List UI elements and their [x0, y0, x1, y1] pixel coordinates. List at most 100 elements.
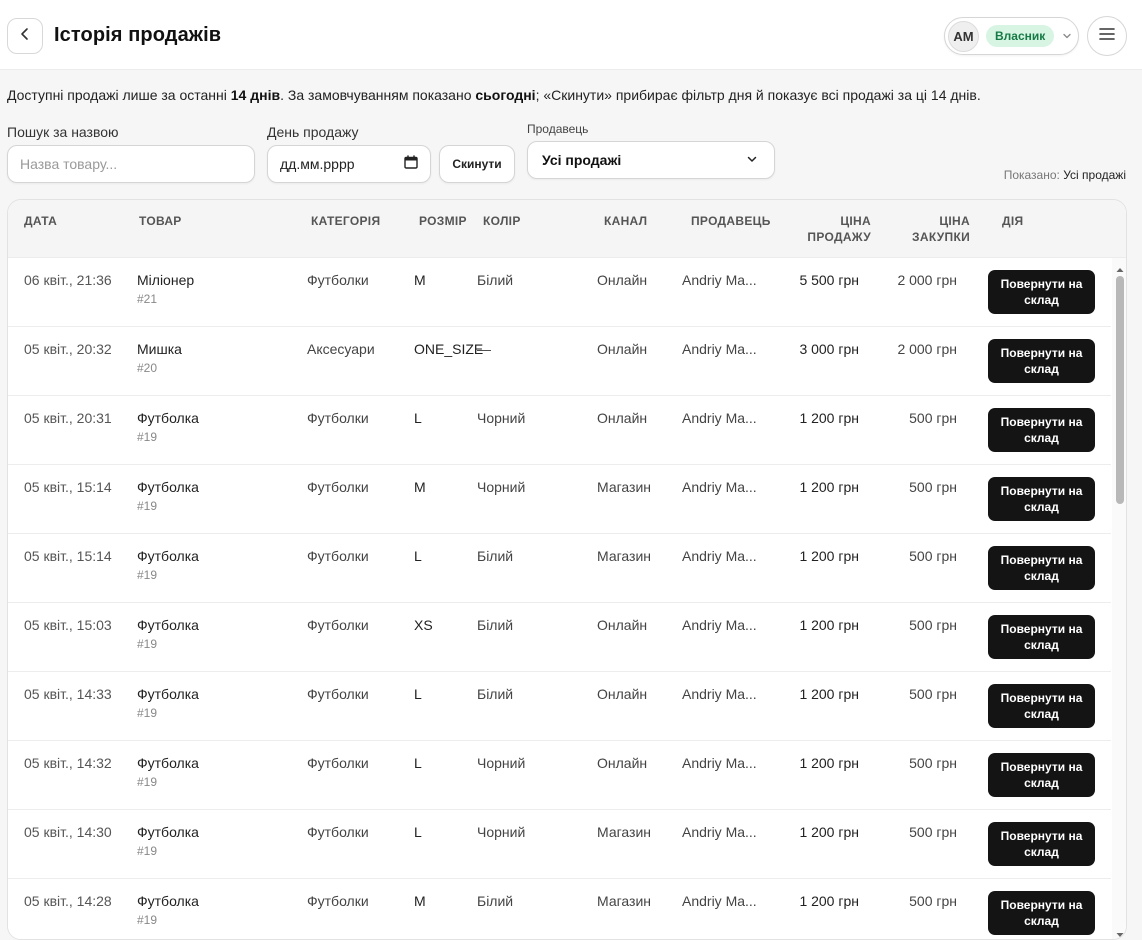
cell-size: XS	[414, 617, 433, 633]
return-to-stock-label: Повернути на склад	[1001, 621, 1083, 653]
cell-purchase-price: 500 грн	[909, 824, 957, 840]
table-scrollbar[interactable]	[1112, 258, 1126, 939]
scroll-up-arrow-icon[interactable]	[1115, 262, 1125, 272]
table-row: 05 квіт., 14:33 Футболка #19 Футболки L Білий…	[8, 672, 1111, 741]
table-row: 05 квіт., 15:14 Футболка #19 Футболки M Чорни…	[8, 465, 1111, 534]
return-to-stock-button[interactable]: Повернути на склад	[988, 270, 1095, 314]
cell-channel: Магазин	[597, 479, 652, 495]
cell-color: Білий	[477, 686, 514, 702]
cell-color: Чорний	[477, 824, 526, 840]
cell-channel: Онлайн	[597, 272, 648, 288]
cell-seller: Andriy Ma...	[682, 341, 757, 357]
cell-color: —	[477, 341, 491, 357]
scroll-down-arrow-icon[interactable]	[1115, 927, 1125, 937]
table-row: 05 квіт., 15:03 Футболка #19 Футболки XS Біли…	[8, 603, 1111, 672]
cell-product-name: Футболка	[137, 893, 199, 909]
table-body: 06 квіт., 21:36 Міліонер #21 Футболки M Білий…	[8, 258, 1111, 939]
table-row: 05 квіт., 20:32 Мишка #20 Аксесуари ONE_SIZE…	[8, 327, 1111, 396]
return-label-line2: склад	[1024, 638, 1059, 652]
cell-product-id: #19	[137, 913, 158, 927]
return-label-line1: Повернути на	[1000, 415, 1083, 429]
col-sale-price-line1: ЦІНА	[840, 214, 871, 228]
table-row: 05 квіт., 14:30 Футболка #19 Футболки L Чорни…	[8, 810, 1111, 879]
cell-channel: Онлайн	[597, 410, 648, 426]
cell-color: Чорний	[477, 755, 526, 771]
cell-purchase-price: 500 грн	[909, 686, 957, 702]
top-header: Історія продажів AM Власник	[0, 0, 1142, 70]
cell-date: 05 квіт., 14:30	[24, 824, 112, 840]
cell-date: 05 квіт., 14:32	[24, 755, 112, 771]
scrollbar-thumb[interactable]	[1116, 276, 1124, 504]
cell-channel: Онлайн	[597, 341, 648, 357]
return-label-line2: склад	[1024, 500, 1059, 514]
role-badge: Власник	[986, 25, 1055, 47]
cell-purchase-price: 500 грн	[909, 755, 957, 771]
cell-date: 05 квіт., 14:28	[24, 893, 112, 909]
seller-select[interactable]: Усі продажі	[527, 141, 775, 179]
cell-category: Футболки	[307, 548, 369, 564]
return-to-stock-button[interactable]: Повернути на склад	[988, 891, 1095, 935]
retention-info-text: Доступні продажі лише за останні 14 днів…	[7, 87, 981, 103]
cell-product-name: Футболка	[137, 755, 199, 771]
col-category: КАТЕГОРІЯ	[311, 214, 381, 228]
return-label-line2: склад	[1024, 707, 1059, 721]
cell-sale-price: 1 200 грн	[799, 755, 859, 771]
col-action: ДІЯ	[1002, 214, 1024, 228]
return-to-stock-button[interactable]: Повернути на склад	[988, 753, 1095, 797]
col-color: КОЛІР	[483, 214, 521, 228]
cell-color: Білий	[477, 893, 514, 909]
cell-product-id: #20	[137, 361, 158, 375]
user-menu-chip[interactable]: AM Власник	[944, 17, 1079, 55]
return-to-stock-label: Повернути на склад	[1001, 690, 1083, 722]
cell-date: 05 квіт., 15:14	[24, 548, 112, 564]
col-sale-price: ЦІНА ПРОДАЖУ	[788, 213, 871, 245]
cell-product-id: #19	[137, 775, 158, 789]
cell-size: L	[414, 410, 422, 426]
cell-size: L	[414, 548, 422, 564]
cell-size: M	[414, 893, 426, 909]
info-text-part: . За замовчуванням показано	[280, 87, 476, 103]
col-product: ТОВАР	[139, 214, 182, 228]
table-row: 06 квіт., 21:36 Міліонер #21 Футболки M Білий…	[8, 258, 1111, 327]
cell-seller: Andriy Ma...	[682, 410, 757, 426]
return-to-stock-button[interactable]: Повернути на склад	[988, 546, 1095, 590]
cell-sale-price: 1 200 грн	[799, 410, 859, 426]
return-to-stock-label: Повернути на склад	[1001, 483, 1083, 515]
return-label-line1: Повернути на	[1000, 553, 1083, 567]
return-to-stock-label: Повернути на склад	[1001, 897, 1083, 929]
cell-size: L	[414, 686, 422, 702]
cell-channel: Онлайн	[597, 686, 648, 702]
return-to-stock-button[interactable]: Повернути на склад	[988, 477, 1095, 521]
sale-date-input[interactable]: дд.мм.рррр	[267, 145, 431, 183]
shown-filter-indicator: Показано: Усі продажі	[1004, 168, 1126, 182]
cell-category: Футболки	[307, 617, 369, 633]
calendar-icon[interactable]	[404, 154, 418, 174]
cell-channel: Магазин	[597, 893, 652, 909]
return-label-line2: склад	[1024, 776, 1059, 790]
cell-size: L	[414, 824, 422, 840]
table-row: 05 квіт., 14:28 Футболка #19 Футболки M Білий…	[8, 879, 1111, 939]
search-input[interactable]	[7, 145, 255, 183]
cell-product-name: Футболка	[137, 686, 199, 702]
avatar: AM	[948, 20, 979, 52]
table-row: 05 квіт., 15:14 Футболка #19 Футболки L Білий…	[8, 534, 1111, 603]
reset-filter-button[interactable]: Скинути	[439, 145, 515, 183]
cell-purchase-price: 500 грн	[909, 410, 957, 426]
return-to-stock-button[interactable]: Повернути на склад	[988, 684, 1095, 728]
cell-sale-price: 1 200 грн	[799, 824, 859, 840]
cell-product-name: Футболка	[137, 479, 199, 495]
info-text-part: Доступні продажі лише за останні	[7, 87, 231, 103]
main-menu-button[interactable]	[1087, 16, 1127, 56]
cell-product-id: #19	[137, 706, 158, 720]
return-to-stock-button[interactable]: Повернути на склад	[988, 615, 1095, 659]
return-to-stock-button[interactable]: Повернути на склад	[988, 339, 1095, 383]
return-to-stock-button[interactable]: Повернути на склад	[988, 822, 1095, 866]
back-button[interactable]	[7, 18, 43, 54]
cell-category: Футболки	[307, 755, 369, 771]
return-to-stock-button[interactable]: Повернути на склад	[988, 408, 1095, 452]
cell-color: Білий	[477, 548, 514, 564]
cell-channel: Онлайн	[597, 617, 648, 633]
cell-size: L	[414, 755, 422, 771]
cell-color: Білий	[477, 617, 514, 633]
cell-product-id: #19	[137, 637, 158, 651]
